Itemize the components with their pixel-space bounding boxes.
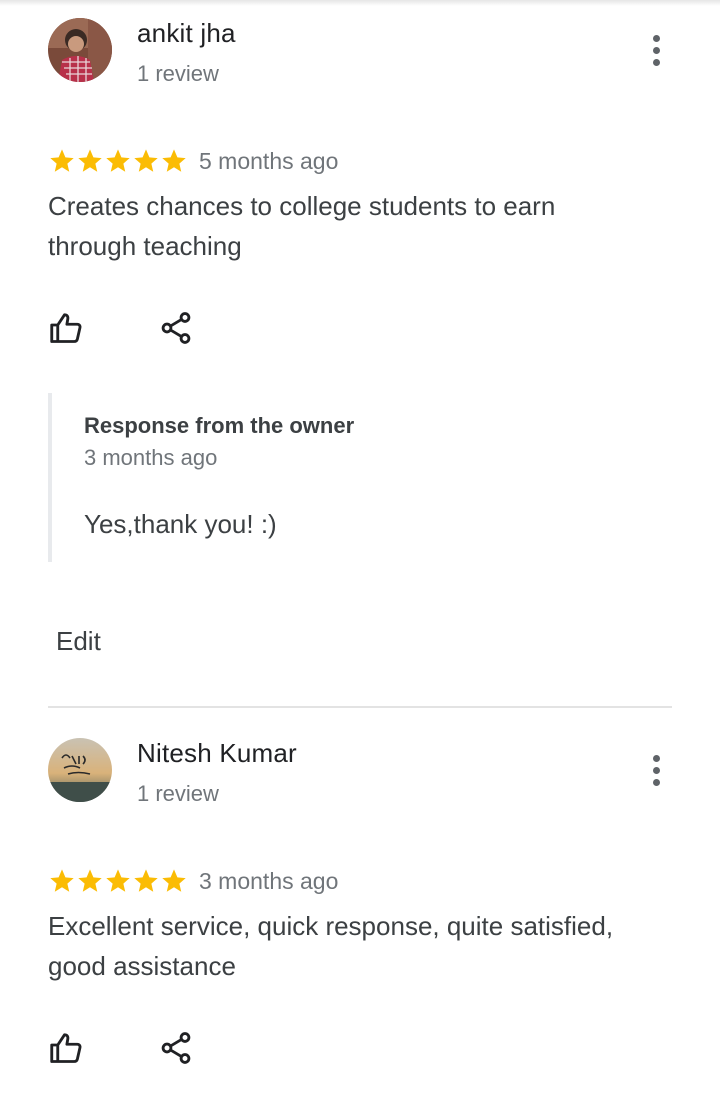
share-icon bbox=[161, 1032, 191, 1064]
star-rating bbox=[48, 147, 188, 175]
more-vert-icon-dot bbox=[652, 58, 660, 66]
more-vert-icon-dot bbox=[652, 766, 660, 774]
like-button[interactable] bbox=[48, 1030, 88, 1070]
avatar[interactable] bbox=[48, 738, 112, 802]
share-icon bbox=[161, 312, 191, 344]
rating-row: 5 months ago bbox=[48, 147, 338, 175]
review-time: 5 months ago bbox=[199, 147, 339, 174]
owner-response-title: Response from the owner bbox=[84, 413, 355, 438]
avatar[interactable] bbox=[48, 18, 112, 82]
more-vert-icon bbox=[652, 34, 660, 42]
author-review-count: 1 review bbox=[137, 61, 219, 86]
edit-response-button[interactable]: Edit bbox=[56, 626, 101, 657]
top-shadow bbox=[0, 0, 720, 6]
star-icon bbox=[134, 149, 158, 172]
like-button[interactable] bbox=[48, 310, 88, 350]
review-text: Excellent service, quick response, quite… bbox=[48, 911, 614, 981]
author-name[interactable]: Nitesh Kumar bbox=[137, 738, 297, 769]
thumbs-up-icon bbox=[50, 1033, 82, 1063]
star-icon bbox=[162, 869, 186, 892]
star-rating bbox=[48, 867, 188, 895]
review-time: 3 months ago bbox=[199, 867, 339, 894]
owner-response-text: Yes,thank you! :) bbox=[84, 509, 277, 539]
share-button[interactable] bbox=[158, 310, 198, 350]
author-review-count: 1 review bbox=[137, 781, 219, 806]
star-icon bbox=[106, 149, 130, 172]
author-name[interactable]: ankit jha bbox=[137, 18, 236, 49]
review-text: Creates chances to college students to e… bbox=[48, 191, 556, 261]
star-icon bbox=[78, 869, 102, 892]
share-button[interactable] bbox=[158, 1030, 198, 1070]
divider bbox=[48, 706, 672, 708]
more-vert-icon-dot bbox=[652, 46, 660, 54]
more-options-button[interactable] bbox=[636, 746, 676, 794]
star-icon bbox=[50, 869, 74, 892]
more-vert-icon bbox=[652, 754, 660, 762]
owner-response-time: 3 months ago bbox=[84, 445, 218, 470]
star-icon bbox=[78, 149, 102, 172]
star-icon bbox=[162, 149, 186, 172]
star-icon bbox=[50, 149, 74, 172]
thumbs-up-icon bbox=[50, 313, 82, 343]
more-vert-icon-dot bbox=[652, 778, 660, 786]
owner-response: Response from the owner 3 months ago Yes… bbox=[48, 393, 648, 562]
star-icon bbox=[134, 869, 158, 892]
more-options-button[interactable] bbox=[636, 26, 676, 74]
rating-row: 3 months ago bbox=[48, 867, 338, 895]
star-icon bbox=[106, 869, 130, 892]
